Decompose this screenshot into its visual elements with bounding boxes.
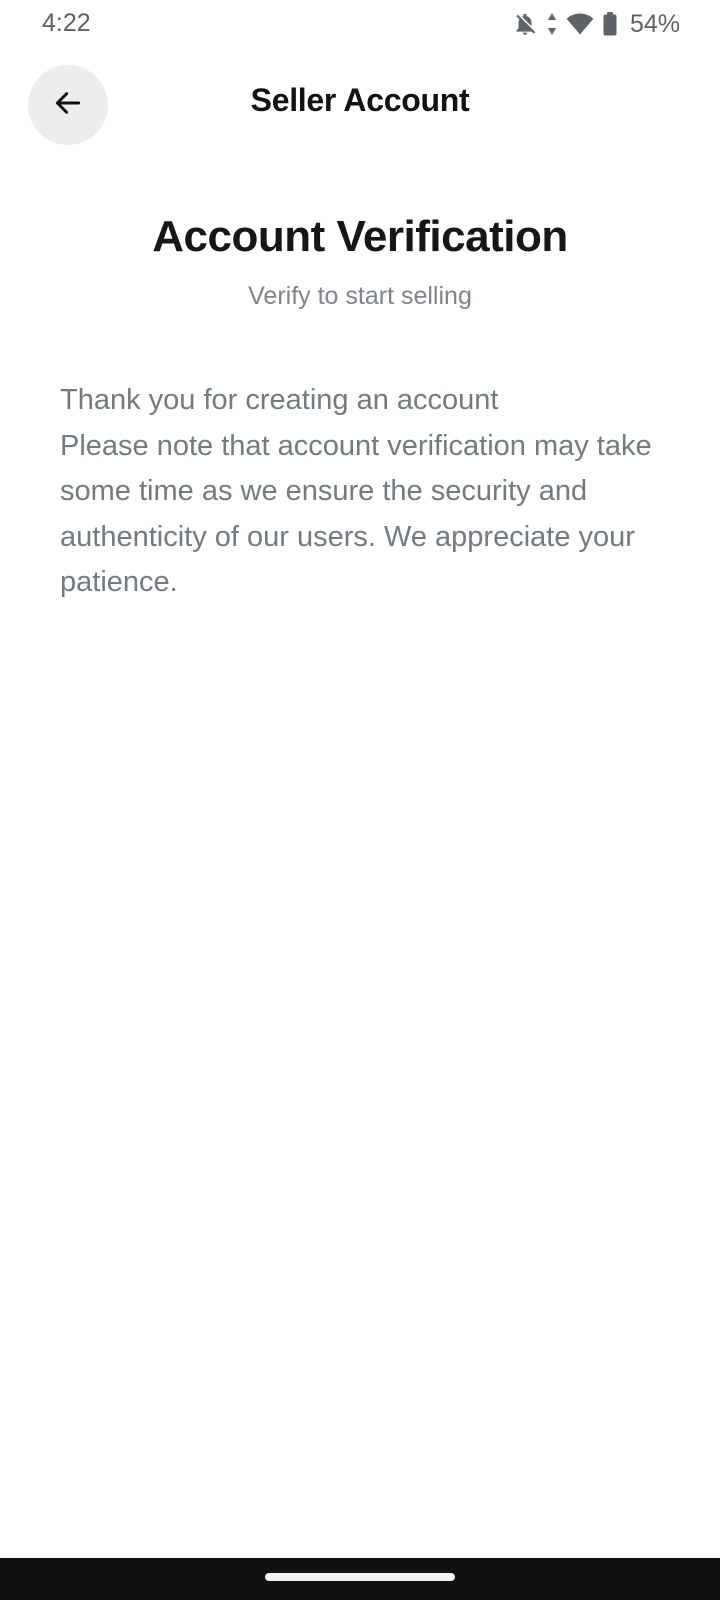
header-title: Seller Account [250, 82, 470, 118]
home-indicator[interactable] [265, 1573, 455, 1581]
message-line-1: Thank you for creating an account [60, 384, 499, 416]
wifi-icon [566, 11, 594, 37]
page-title: Account Verification [152, 212, 568, 261]
status-icons: 54% [512, 10, 680, 38]
page-subtitle: Verify to start selling [248, 282, 472, 310]
app-header: Seller Account [0, 60, 720, 150]
message-line-2: Please note that account verification ma… [60, 429, 652, 599]
screen: 4:22 54% Seller Account Account Verifica… [0, 0, 720, 1600]
system-nav-bar [0, 1558, 720, 1600]
battery-icon [602, 11, 618, 37]
data-arrows-icon [546, 11, 558, 37]
notifications-off-icon [512, 11, 538, 37]
status-time: 4:22 [42, 9, 91, 37]
verification-message: Thank you for creating an account Please… [60, 378, 670, 606]
status-bar: 4:22 54% [0, 0, 720, 50]
battery-percent: 54% [629, 9, 680, 38]
